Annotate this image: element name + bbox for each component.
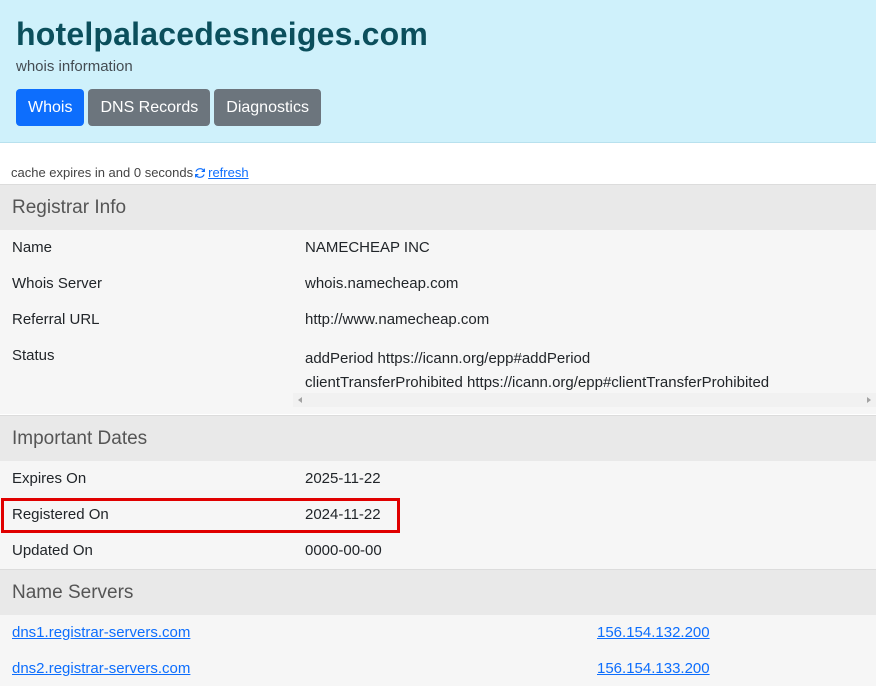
status-label: Status: [12, 347, 55, 364]
row-status: Status addPeriod https://icann.org/epp#a…: [0, 338, 876, 398]
registered-on-value: 2024-11-22: [305, 506, 381, 523]
section-registrar-info: Registrar Info: [0, 184, 876, 230]
nameservers-panel: dns1.registrar-servers.com 156.154.132.2…: [0, 615, 876, 686]
referral-url-value: http://www.namecheap.com: [305, 311, 490, 328]
domain-title: hotelpalacedesneiges.com: [16, 16, 429, 52]
horizontal-scrollbar[interactable]: [293, 393, 876, 407]
dates-panel: Expires On 2025-11-22 Registered On 2024…: [0, 461, 876, 569]
section-name-servers: Name Servers: [0, 569, 876, 615]
updated-on-value: 0000-00-00: [305, 542, 382, 559]
page-header: hotelpalacedesneiges.com whois informati…: [0, 0, 876, 143]
whois-server-value: whois.namecheap.com: [305, 275, 459, 292]
registrar-panel: Name NAMECHEAP INC Whois Server whois.na…: [0, 230, 876, 414]
scroll-right-icon[interactable]: [867, 397, 871, 403]
cache-text: cache expires in and 0 seconds: [11, 165, 194, 180]
expires-on-label: Expires On: [12, 470, 87, 487]
ns1-host-link[interactable]: dns1.registrar-servers.com: [12, 624, 190, 641]
ns-row: dns2.registrar-servers.com 156.154.133.2…: [0, 651, 876, 687]
row-registered-on: Registered On 2024-11-22: [0, 497, 876, 533]
row-referral-url: Referral URL http://www.namecheap.com: [0, 302, 876, 338]
status-line-1: addPeriod https://icann.org/epp#addPerio…: [305, 350, 591, 367]
registered-on-label: Registered On: [12, 506, 109, 523]
ns2-host-link[interactable]: dns2.registrar-servers.com: [12, 660, 190, 677]
row-name: Name NAMECHEAP INC: [0, 230, 876, 266]
row-expires-on: Expires On 2025-11-22: [0, 461, 876, 497]
tab-whois[interactable]: Whois: [16, 89, 85, 126]
ns2-ip-link[interactable]: 156.154.133.200: [597, 660, 710, 677]
updated-on-label: Updated On: [12, 542, 93, 559]
row-updated-on: Updated On 0000-00-00: [0, 533, 876, 569]
name-value: NAMECHEAP INC: [305, 239, 430, 256]
referral-url-label: Referral URL: [12, 311, 100, 328]
row-whois-server: Whois Server whois.namecheap.com: [0, 266, 876, 302]
tab-bar: Whois DNS Records Diagnostics: [16, 89, 321, 126]
ns1-ip-link[interactable]: 156.154.132.200: [597, 624, 710, 641]
expires-on-value: 2025-11-22: [305, 470, 381, 487]
whois-server-label: Whois Server: [12, 275, 103, 292]
refresh-icon: [195, 167, 206, 178]
refresh-link[interactable]: refresh: [208, 165, 248, 180]
tab-diagnostics[interactable]: Diagnostics: [214, 89, 321, 126]
page-subtitle: whois information: [16, 58, 133, 75]
status-value: addPeriod https://icann.org/epp#addPerio…: [305, 347, 769, 395]
tab-dns-records[interactable]: DNS Records: [88, 89, 211, 126]
status-line-2: clientTransferProhibited https://icann.o…: [305, 374, 770, 391]
cache-status: cache expires in and 0 seconds refresh: [11, 165, 249, 180]
name-label: Name: [12, 239, 53, 256]
scroll-left-icon[interactable]: [298, 397, 302, 403]
ns-row: dns1.registrar-servers.com 156.154.132.2…: [0, 615, 876, 651]
section-important-dates: Important Dates: [0, 415, 876, 461]
